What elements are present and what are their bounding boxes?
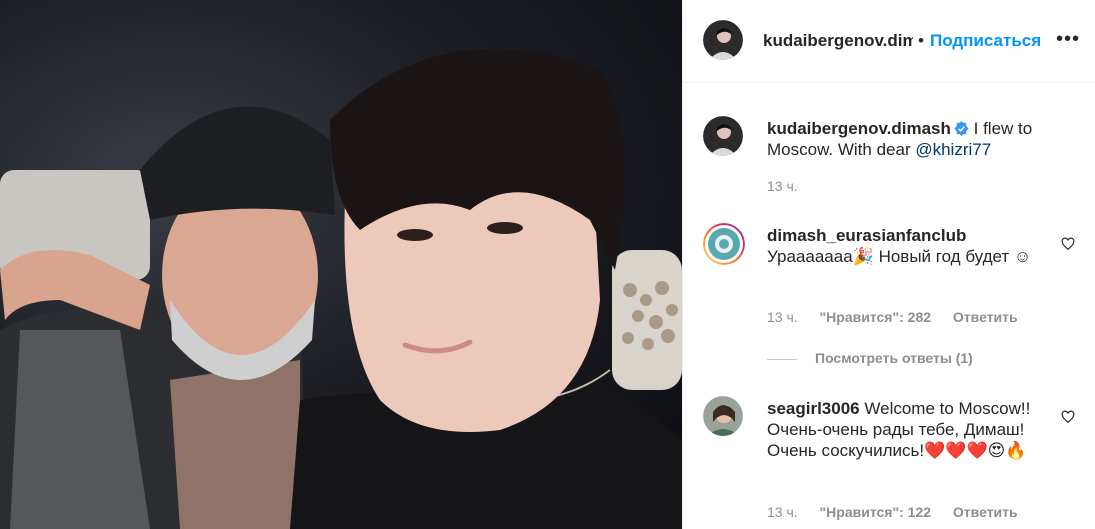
caption-text: kudaibergenov.dimash I flew to Moscow. W… [767, 118, 1067, 160]
older-man-cap [140, 106, 335, 220]
follow-button[interactable]: Подписаться [930, 31, 1041, 51]
comment-time[interactable]: 13 ч. [767, 504, 798, 520]
comment-likes[interactable]: "Нравится": 282 [820, 309, 931, 325]
comment-avatar[interactable] [703, 396, 743, 436]
replies-divider [767, 358, 797, 360]
comment-meta: 13 ч. "Нравится": 122 Ответить [767, 504, 1036, 520]
older-man-shirt [170, 360, 300, 529]
comment-username[interactable]: seagirl3006 [767, 399, 860, 418]
more-options-icon[interactable]: ••• [1056, 28, 1080, 51]
reply-button[interactable]: Ответить [953, 504, 1018, 520]
comment-username[interactable]: dimash_eurasianfanclub [767, 226, 966, 245]
comment-text: seagirl3006 Welcome to Moscow!! Очень-оч… [767, 398, 1055, 461]
caption-meta: 13 ч. [767, 178, 816, 194]
like-heart-icon[interactable] [1061, 237, 1075, 251]
comment-meta: 13 ч. "Нравится": 282 Ответить [767, 309, 1036, 325]
mention-link[interactable]: @khizri77 [915, 140, 991, 159]
photo-illustration [0, 48, 682, 529]
author-username[interactable]: kudaibergenov.dimash [763, 31, 913, 51]
verified-badge-icon [954, 121, 969, 136]
post-header: kudaibergenov.dimash • Подписаться ••• [683, 0, 1095, 83]
comment-body: Урааааааа🎉 Новый год будет ☺ [767, 247, 1032, 266]
caption-avatar[interactable] [703, 116, 743, 156]
post-side-panel: kudaibergenov.dimash • Подписаться ••• k… [682, 0, 1095, 529]
comment-time[interactable]: 13 ч. [767, 309, 798, 325]
caption-username[interactable]: kudaibergenov.dimash [767, 119, 951, 138]
author-avatar[interactable] [703, 20, 743, 60]
view-replies-button[interactable]: Посмотреть ответы (1) [767, 350, 973, 366]
like-heart-icon[interactable] [1061, 410, 1075, 424]
comment-text: dimash_eurasianfanclub Урааааааа🎉 Новый … [767, 225, 1055, 267]
bowl [612, 250, 682, 390]
young-man-eye-right [487, 222, 523, 234]
comment-likes[interactable]: "Нравится": 122 [820, 504, 931, 520]
comment-avatar[interactable] [703, 223, 745, 265]
post-photo[interactable] [0, 0, 682, 529]
separator-dot: • [918, 31, 924, 50]
view-replies-label: Посмотреть ответы (1) [815, 350, 973, 366]
young-man-eye-left [397, 229, 433, 241]
caption-time[interactable]: 13 ч. [767, 178, 798, 194]
reply-button[interactable]: Ответить [953, 309, 1018, 325]
